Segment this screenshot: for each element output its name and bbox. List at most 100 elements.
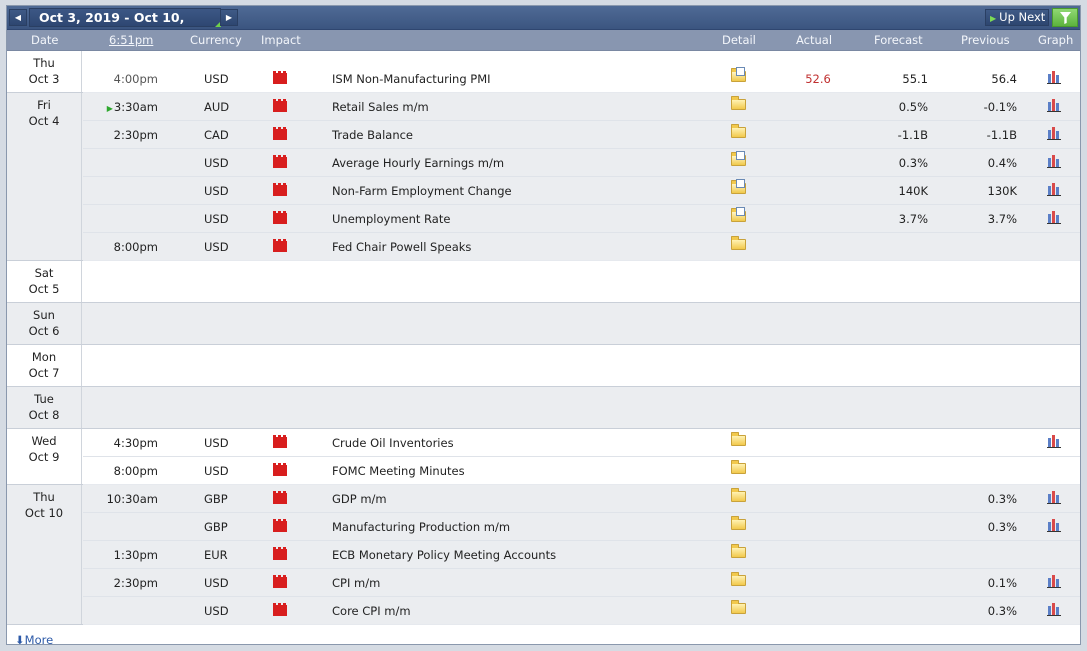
folder-icon[interactable] bbox=[731, 96, 746, 113]
bar-chart-icon[interactable] bbox=[1047, 210, 1062, 227]
event-currency: GBP bbox=[204, 520, 228, 534]
event-title[interactable]: CPI m/m bbox=[332, 576, 380, 590]
up-next-label: Up Next bbox=[999, 10, 1046, 24]
bar-chart-icon[interactable] bbox=[1047, 182, 1062, 199]
doc-folder-icon[interactable] bbox=[731, 67, 746, 85]
event-title[interactable]: ISM Non-Manufacturing PMI bbox=[332, 72, 491, 86]
table-row[interactable]: USD Unemployment Rate 3.7% 3.7% bbox=[83, 205, 1080, 233]
previous-week-button[interactable]: ◀ bbox=[9, 9, 27, 26]
event-time-text: 2:30pm bbox=[113, 576, 158, 590]
date-cell: Sat Oct 5 bbox=[7, 261, 82, 302]
event-title[interactable]: Average Hourly Earnings m/m bbox=[332, 156, 504, 170]
event-previous: 56.4 bbox=[991, 72, 1017, 86]
day-group: Wed Oct 9 4:30pm USD Crude Oil Inventories 8:… bbox=[7, 429, 1080, 485]
event-title[interactable]: Trade Balance bbox=[332, 128, 413, 142]
day-of-week: Tue bbox=[34, 392, 54, 406]
date-cell: Thu Oct 10 bbox=[7, 485, 82, 624]
folder-icon[interactable] bbox=[731, 488, 746, 505]
folder-icon[interactable] bbox=[731, 432, 746, 449]
folder-icon[interactable] bbox=[731, 124, 746, 141]
high-impact-icon bbox=[273, 519, 287, 535]
column-header-row: Date 6:51pm Currency Impact Detail Actua… bbox=[7, 30, 1080, 51]
date-range-selector[interactable]: Oct 3, 2019 - Oct 10, 2019 bbox=[29, 8, 221, 42]
date-cell: Sun Oct 6 bbox=[7, 303, 82, 344]
col-time-link[interactable]: 6:51pm bbox=[109, 33, 153, 47]
table-row[interactable]: 8:00pm USD Fed Chair Powell Speaks bbox=[83, 233, 1080, 261]
event-title[interactable]: Core CPI m/m bbox=[332, 604, 411, 618]
col-graph: Graph bbox=[1038, 33, 1074, 47]
event-title[interactable]: FOMC Meeting Minutes bbox=[332, 464, 465, 478]
table-row[interactable]: 4:30pm USD Crude Oil Inventories bbox=[83, 429, 1080, 457]
day-of-week: Wed bbox=[31, 434, 57, 448]
folder-icon[interactable] bbox=[731, 544, 746, 561]
play-icon: ▶ bbox=[990, 14, 997, 23]
event-currency: USD bbox=[204, 576, 229, 590]
doc-folder-icon[interactable] bbox=[731, 179, 746, 197]
table-row[interactable]: 10:30am GBP GDP m/m 0.3% bbox=[83, 485, 1080, 513]
event-previous: 130K bbox=[987, 184, 1018, 198]
calendar-body: Thu Oct 3 4:00pm USD ISM Non-Manufacturing P… bbox=[7, 51, 1080, 625]
table-row[interactable]: ▶3:30am AUD Retail Sales m/m 0.5% -0.1% bbox=[83, 93, 1080, 121]
table-row[interactable]: USD Average Hourly Earnings m/m 0.3% 0.4% bbox=[83, 149, 1080, 177]
table-row[interactable]: 2:30pm CAD Trade Balance -1.1B -1.1B bbox=[83, 121, 1080, 149]
event-time: 8:00pm bbox=[103, 464, 158, 478]
high-impact-icon bbox=[273, 71, 287, 87]
doc-folder-icon[interactable] bbox=[731, 207, 746, 225]
event-title[interactable]: Manufacturing Production m/m bbox=[332, 520, 510, 534]
bar-chart-icon[interactable] bbox=[1047, 70, 1062, 87]
bar-chart-icon[interactable] bbox=[1047, 518, 1062, 535]
doc-folder-icon[interactable] bbox=[731, 151, 746, 169]
folder-icon[interactable] bbox=[731, 236, 746, 253]
up-next-button[interactable]: ▶ Up Next bbox=[985, 9, 1049, 26]
table-row[interactable]: 2:30pm USD CPI m/m 0.1% bbox=[83, 569, 1080, 597]
col-currency: Currency bbox=[190, 33, 242, 47]
bar-chart-icon[interactable] bbox=[1047, 98, 1062, 115]
event-title[interactable]: Fed Chair Powell Speaks bbox=[332, 240, 471, 254]
bar-chart-icon[interactable] bbox=[1047, 602, 1062, 619]
high-impact-icon bbox=[273, 127, 287, 143]
folder-icon[interactable] bbox=[731, 460, 746, 477]
folder-icon[interactable] bbox=[731, 600, 746, 617]
event-title[interactable]: GDP m/m bbox=[332, 492, 387, 506]
event-title[interactable]: Retail Sales m/m bbox=[332, 100, 429, 114]
bar-chart-icon[interactable] bbox=[1047, 434, 1062, 451]
bar-chart-icon[interactable] bbox=[1047, 574, 1062, 591]
bar-chart-icon[interactable] bbox=[1047, 490, 1062, 507]
table-row[interactable]: 1:30pm EUR ECB Monetary Policy Meeting Acc… bbox=[83, 541, 1080, 569]
event-time: 8:00pm bbox=[103, 240, 158, 254]
event-title[interactable]: ECB Monetary Policy Meeting Accounts bbox=[332, 548, 556, 562]
bar-chart-icon[interactable] bbox=[1047, 154, 1062, 171]
event-title[interactable]: Non-Farm Employment Change bbox=[332, 184, 512, 198]
event-title[interactable]: Crude Oil Inventories bbox=[332, 436, 454, 450]
folder-icon[interactable] bbox=[731, 516, 746, 533]
table-row[interactable]: USD Core CPI m/m 0.3% bbox=[83, 597, 1080, 625]
table-row[interactable]: GBP Manufacturing Production m/m 0.3% bbox=[83, 513, 1080, 541]
event-forecast: 55.1 bbox=[902, 72, 928, 86]
day-date: Oct 3 bbox=[28, 72, 60, 86]
event-title[interactable]: Unemployment Rate bbox=[332, 212, 450, 226]
event-time: 2:30pm bbox=[103, 576, 158, 590]
day-of-week: Thu bbox=[33, 56, 55, 70]
triangle-right-icon: ▶ bbox=[225, 13, 233, 22]
filter-icon bbox=[1059, 12, 1071, 24]
event-currency: USD bbox=[204, 240, 229, 254]
next-week-button[interactable]: ▶ bbox=[220, 9, 238, 26]
calendar-widget: ◀ Oct 3, 2019 - Oct 10, 2019 ▶ ▶Up Next … bbox=[6, 5, 1081, 645]
table-row[interactable]: 8:00pm USD FOMC Meeting Minutes bbox=[83, 457, 1080, 485]
day-date: Oct 5 bbox=[28, 282, 60, 296]
event-time-text: 8:00pm bbox=[113, 240, 158, 254]
day-group: Thu Oct 10 10:30am GBP GDP m/m 0.3% GBP Manufac… bbox=[7, 485, 1080, 625]
high-impact-icon bbox=[273, 211, 287, 227]
day-group: Sat Oct 5 bbox=[7, 261, 1080, 303]
event-currency: CAD bbox=[204, 128, 229, 142]
high-impact-icon bbox=[273, 435, 287, 451]
day-date: Oct 7 bbox=[28, 366, 60, 380]
date-cell: Tue Oct 8 bbox=[7, 387, 82, 428]
table-row[interactable]: USD Non-Farm Employment Change 140K 130K bbox=[83, 177, 1080, 205]
event-time-text: 4:30pm bbox=[113, 436, 158, 450]
bar-chart-icon[interactable] bbox=[1047, 126, 1062, 143]
more-link[interactable]: ⬇More bbox=[15, 633, 53, 644]
filter-button[interactable] bbox=[1052, 8, 1078, 27]
table-row[interactable]: 4:00pm USD ISM Non-Manufacturing PMI 52.6 55… bbox=[83, 51, 1080, 93]
folder-icon[interactable] bbox=[731, 572, 746, 589]
